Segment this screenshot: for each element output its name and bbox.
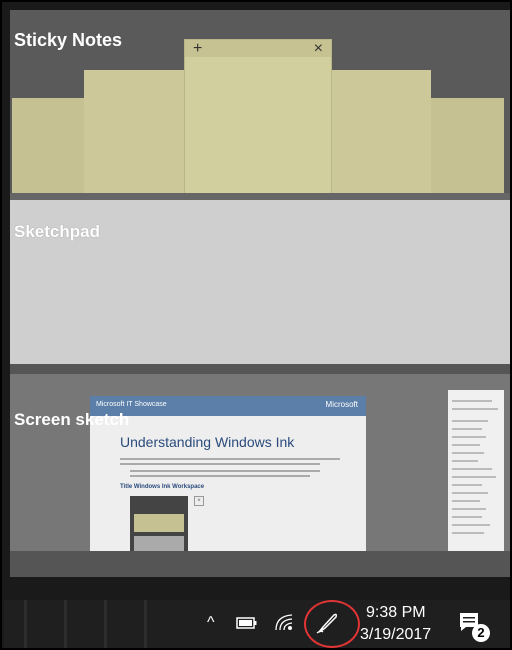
sketchpad-title: Sketchpad — [14, 222, 100, 241]
text-line — [130, 475, 310, 477]
text-line — [120, 463, 320, 465]
battery-icon[interactable] — [236, 616, 258, 635]
text-line — [452, 400, 492, 402]
wifi-icon[interactable] — [274, 612, 296, 637]
sticky-note-preview — [12, 98, 84, 193]
sticky-notes-tile[interactable]: + × Sticky Notes — [10, 10, 510, 205]
text-line — [452, 476, 496, 478]
close-icon: × — [194, 496, 204, 506]
text-line — [452, 508, 486, 510]
sticky-note-titlebar — [185, 40, 331, 57]
taskbar-texture — [144, 600, 147, 648]
sketchpad-tile[interactable]: Sketchpad — [10, 200, 510, 376]
sticky-note-preview — [431, 98, 504, 193]
text-line — [452, 532, 484, 534]
document-header-left: Microsoft IT Showcase — [96, 401, 167, 408]
text-line — [130, 470, 320, 472]
taskbar-texture — [24, 600, 27, 648]
sticky-note-preview — [331, 70, 431, 193]
text-line — [452, 492, 488, 494]
add-note-icon[interactable]: + — [193, 40, 202, 58]
text-line — [452, 444, 480, 446]
text-line — [452, 452, 484, 454]
show-hidden-icons-chevron-icon[interactable]: ^ — [207, 614, 215, 632]
text-line — [452, 524, 490, 526]
clock-time[interactable]: 9:38 PM — [366, 604, 426, 622]
text-line — [120, 458, 340, 460]
ink-workspace-window: + × Sticky Notes Sketchpad Microsoft IT … — [0, 0, 512, 650]
sticky-notes-title: Sticky Notes — [14, 30, 123, 50]
action-center-notification-icon[interactable]: 2 — [458, 610, 490, 642]
screen-sketch-title: Screen sketch — [14, 410, 130, 429]
thumbnail-sticky — [134, 514, 184, 532]
document-title: Understanding Windows Ink — [120, 434, 295, 450]
text-line — [452, 460, 478, 462]
screen-sketch-document-preview: Microsoft IT Showcase Microsoft Understa… — [90, 396, 366, 568]
taskbar: ^ 9:38 PM 3/19/2017 2 — [4, 600, 510, 648]
text-line — [452, 516, 482, 518]
close-note-icon[interactable]: × — [314, 40, 323, 58]
text-line — [452, 500, 480, 502]
document-header: Microsoft IT Showcase Microsoft — [90, 396, 366, 416]
text-line — [452, 484, 482, 486]
taskbar-texture — [104, 600, 107, 648]
document-header-right: Microsoft — [325, 400, 358, 409]
windows-ink-pen-icon[interactable] — [314, 610, 340, 642]
clock-date[interactable]: 3/19/2017 — [360, 626, 431, 644]
text-line — [452, 408, 498, 410]
text-line — [452, 468, 492, 470]
document-subtitle: Title Windows Ink Workspace — [120, 484, 205, 490]
taskbar-texture — [64, 600, 67, 648]
sticky-note-active[interactable]: + × — [185, 40, 331, 193]
sticky-note-preview — [84, 70, 185, 193]
document-side-panel — [448, 390, 504, 568]
notification-count-badge: 2 — [472, 624, 490, 642]
text-line — [452, 420, 488, 422]
screen-sketch-tile[interactable]: Microsoft IT Showcase Microsoft Understa… — [10, 374, 510, 577]
text-line — [452, 436, 486, 438]
text-line — [452, 428, 482, 430]
section-divider — [10, 551, 510, 577]
